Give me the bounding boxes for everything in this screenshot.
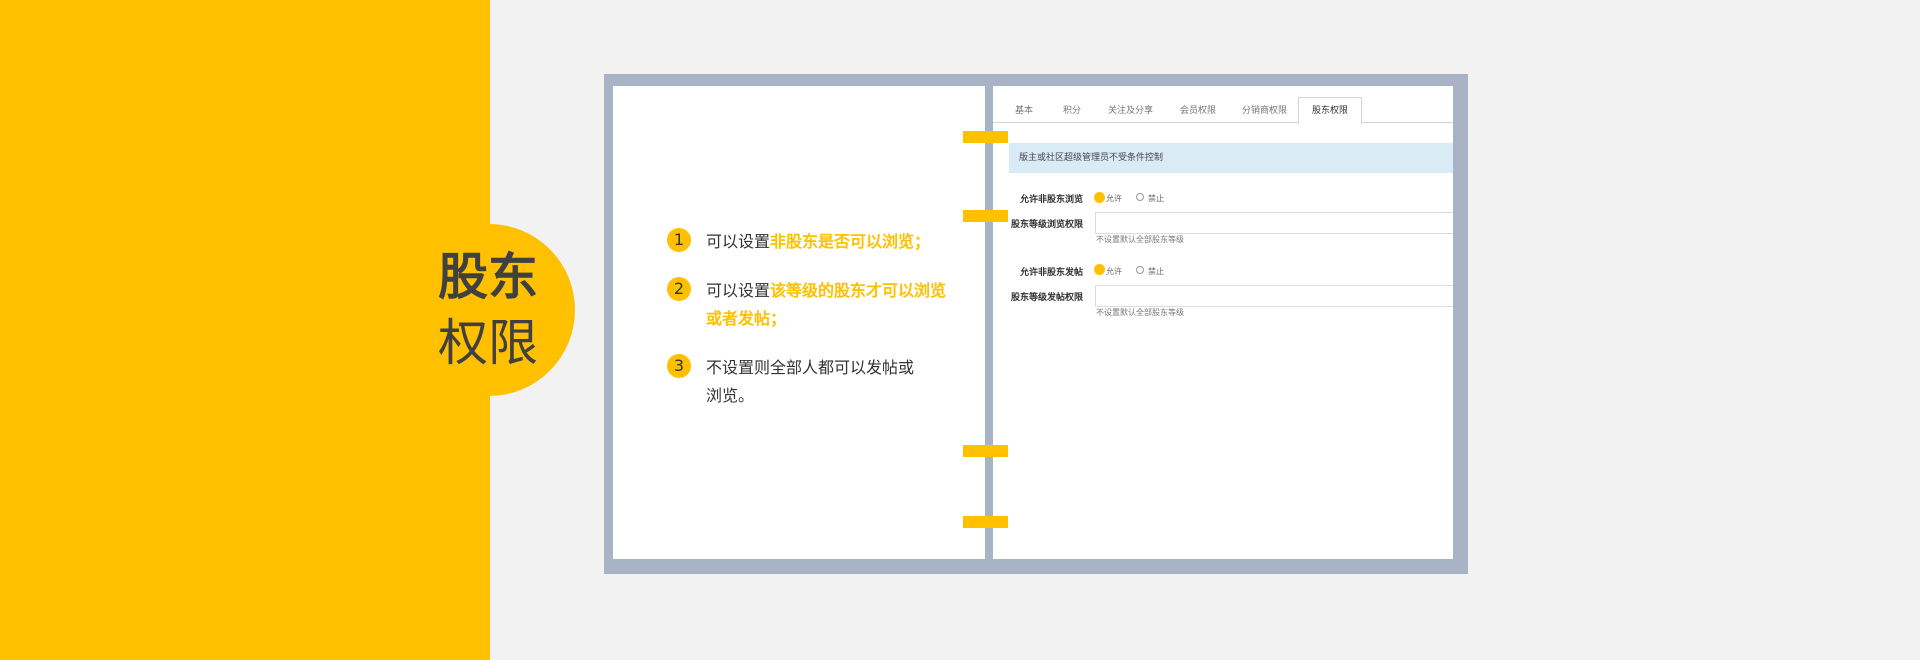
tab-shareholder-permission[interactable]: 股东权限 (1298, 97, 1362, 124)
tab-basic[interactable]: 基本 (1015, 104, 1033, 118)
tab-points[interactable]: 积分 (1063, 104, 1081, 118)
binder-ring (963, 516, 1008, 528)
notice-banner: 版主或社区超级管理员不受条件控制 (1009, 143, 1453, 173)
radio-allow-post[interactable] (1094, 264, 1105, 275)
binder-ring (963, 131, 1008, 143)
browse-label: 允许非股东浏览 (1020, 195, 1084, 205)
point-prefix: 可以设置 (706, 232, 771, 251)
title-line-2: 权限 (438, 314, 538, 372)
tab-distributor-permission[interactable]: 分销商权限 (1242, 104, 1287, 118)
post-level-select[interactable] (1095, 285, 1453, 307)
radio-deny-browse[interactable] (1136, 193, 1144, 201)
radio-deny-post[interactable] (1136, 266, 1144, 274)
point-plain-cont: 浏览。 (706, 386, 755, 405)
number-badge: 3 (667, 354, 691, 378)
browse-level-label: 股东等级浏览权限 (1011, 220, 1084, 230)
binder-ring (963, 210, 1008, 222)
tab-bar: 基本 积分 关注及分享 会员权限 分销商权限 (993, 96, 1453, 123)
post-level-hint: 不设置默认全部股东等级 (1096, 308, 1184, 317)
section-title: 股东 权限 (438, 244, 538, 376)
tab-member-permission[interactable]: 会员权限 (1180, 104, 1216, 118)
deny-browse-text: 禁止 (1148, 194, 1164, 203)
notebook-right-page: 基本 积分 关注及分享 会员权限 分销商权限 股东权限 版主或社区超级管理员不受… (993, 86, 1453, 559)
post-level-label: 股东等级发帖权限 (1011, 293, 1084, 303)
point-text: 可以设置非股东是否可以浏览； (706, 228, 930, 256)
number-badge: 2 (667, 277, 691, 301)
point-prefix: 可以设置 (706, 281, 771, 300)
point-plain: 不设置则全部人都可以发帖或 (706, 358, 915, 377)
radio-allow-browse[interactable] (1094, 192, 1105, 203)
binder-ring (963, 445, 1008, 457)
allow-post-text: 允许 (1106, 267, 1122, 276)
browse-level-select[interactable] (1095, 212, 1453, 234)
tab-follow-share[interactable]: 关注及分享 (1108, 104, 1153, 118)
point-text: 不设置则全部人都可以发帖或 浏览。 (706, 354, 914, 410)
allow-browse-text: 允许 (1106, 194, 1122, 203)
browse-level-hint: 不设置默认全部股东等级 (1096, 235, 1184, 244)
title-line-1: 股东 (438, 248, 538, 306)
point-highlight-cont: 或者发帖； (706, 309, 787, 328)
post-label: 允许非股东发帖 (1020, 268, 1084, 278)
number-badge: 1 (667, 228, 691, 252)
point-highlight: 该等级的股东才可以浏览 (770, 281, 947, 300)
point-text: 可以设置该等级的股东才可以浏览 或者发帖； (706, 277, 946, 333)
deny-post-text: 禁止 (1148, 267, 1164, 276)
point-highlight: 非股东是否可以浏览； (770, 232, 931, 251)
